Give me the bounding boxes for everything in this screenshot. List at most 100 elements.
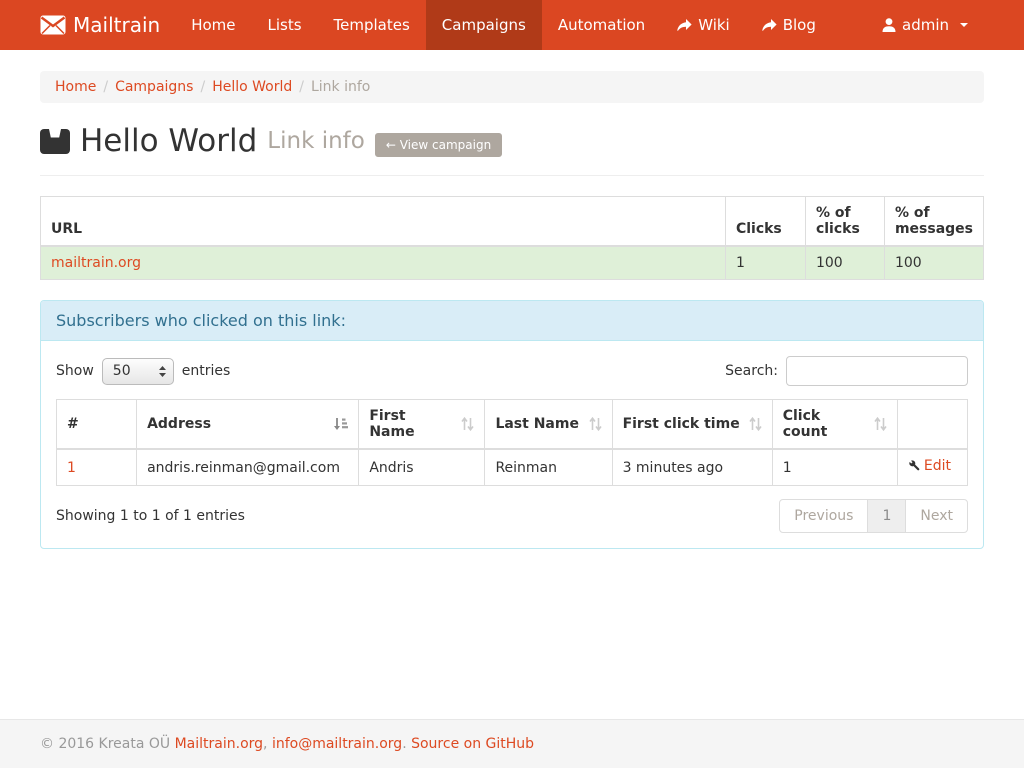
breadcrumb-campaigns[interactable]: Campaigns: [115, 79, 193, 95]
col-header-clicks: Clicks: [725, 197, 805, 247]
breadcrumb-campaign[interactable]: Hello World: [212, 79, 292, 95]
subscribers-table: # Address: [56, 399, 968, 486]
nav-label: Wiki: [698, 16, 730, 34]
col-header-pct-clicks: % of clicks: [805, 197, 884, 247]
col-header-first-click[interactable]: First click time: [612, 400, 772, 450]
col-header-label: Address: [147, 416, 211, 432]
pagination-next-button[interactable]: Next: [905, 499, 968, 533]
subscribers-header-row: # Address: [57, 400, 968, 450]
copyright-text: © 2016 Kreata OÜ: [40, 736, 170, 752]
page-subtitle: Link info: [267, 128, 365, 154]
sort-both-icon: [874, 417, 887, 431]
col-header-label: #: [67, 416, 79, 432]
footer-site-link[interactable]: Mailtrain.org: [175, 736, 263, 752]
select-spinner-icon: [158, 365, 167, 378]
pagination-page-1-button[interactable]: 1: [867, 499, 906, 533]
col-header-label: Last Name: [495, 416, 579, 432]
sort-asc-icon: [333, 417, 348, 431]
page-length-select[interactable]: 50: [102, 358, 174, 385]
sort-both-icon: [749, 417, 762, 431]
link-pct-clicks: 100: [805, 246, 884, 280]
nav-item-automation[interactable]: Automation: [542, 0, 661, 50]
nav-item-blog[interactable]: Blog: [746, 0, 832, 50]
entries-label: entries: [182, 363, 231, 379]
search-input[interactable]: [786, 356, 968, 386]
page-header: Hello World Link info ← View campaign: [40, 123, 984, 159]
pagination-previous-button[interactable]: Previous: [779, 499, 868, 533]
subscriber-index-link[interactable]: 1: [67, 460, 76, 476]
col-header-actions: [897, 400, 967, 450]
nav-label: Automation: [558, 16, 645, 34]
sort-both-icon: [461, 417, 474, 431]
envelope-icon: [40, 15, 66, 35]
link-row: mailtrain.org 1 100 100: [41, 246, 984, 280]
nav-label: Templates: [334, 16, 410, 34]
subscriber-first-name: Andris: [359, 449, 485, 486]
page-title-text: Hello World: [80, 123, 257, 159]
wrench-icon: [908, 459, 922, 473]
navbar-menu: Home Lists Templates Campaigns Automatio…: [175, 0, 832, 50]
user-menu[interactable]: admin: [866, 0, 984, 50]
edit-subscriber-link[interactable]: Edit: [908, 458, 951, 474]
col-header-url: URL: [41, 197, 726, 247]
nav-item-wiki[interactable]: Wiki: [661, 0, 746, 50]
page-length-value: 50: [113, 363, 131, 379]
view-campaign-label: View campaign: [400, 138, 491, 152]
sort-both-icon: [589, 417, 602, 431]
col-header-address[interactable]: Address: [137, 400, 359, 450]
table-summary: Showing 1 to 1 of 1 entries: [56, 508, 245, 524]
breadcrumb-current: Link info: [311, 79, 370, 95]
nav-label: Lists: [267, 16, 301, 34]
col-header-index[interactable]: #: [57, 400, 137, 450]
col-header-first-name[interactable]: First Name: [359, 400, 485, 450]
breadcrumb-divider: /: [96, 79, 115, 95]
user-label: admin: [902, 16, 949, 34]
link-clicks: 1: [725, 246, 805, 280]
show-label: Show: [56, 363, 94, 379]
breadcrumb-divider: /: [292, 79, 311, 95]
footer-separator: .: [402, 736, 406, 752]
breadcrumb: Home / Campaigns / Hello World / Link in…: [40, 71, 984, 103]
top-navbar: Mailtrain Home Lists Templates Campaigns…: [0, 0, 1024, 50]
col-header-last-name[interactable]: Last Name: [485, 400, 612, 450]
datatable-controls: Show 50 entries: [56, 356, 968, 386]
share-arrow-icon: [677, 19, 692, 32]
link-url[interactable]: mailtrain.org: [51, 255, 141, 271]
col-header-label: Click count: [783, 408, 868, 440]
nav-item-lists[interactable]: Lists: [251, 0, 317, 50]
col-header-click-count[interactable]: Click count: [772, 400, 897, 450]
footer-source-link[interactable]: Source on GitHub: [411, 736, 534, 752]
user-icon: [882, 18, 896, 32]
inbox-icon: [40, 128, 70, 155]
back-arrow-icon: ←: [386, 138, 396, 152]
links-table: URL Clicks % of clicks % of messages mai…: [40, 196, 984, 280]
subscriber-last-name: Reinman: [485, 449, 612, 486]
view-campaign-button[interactable]: ← View campaign: [375, 133, 502, 157]
share-arrow-icon: [762, 19, 777, 32]
brand-label: Mailtrain: [73, 13, 160, 37]
subscribers-panel: Subscribers who clicked on this link: Sh…: [40, 300, 984, 549]
brand-link[interactable]: Mailtrain: [0, 0, 175, 50]
nav-item-templates[interactable]: Templates: [318, 0, 426, 50]
subscriber-address: andris.reinman@gmail.com: [137, 449, 359, 486]
links-table-header-row: URL Clicks % of clicks % of messages: [41, 197, 984, 247]
nav-label: Home: [191, 16, 235, 34]
col-header-label: First Name: [369, 408, 455, 440]
footer-separator: ,: [263, 736, 267, 752]
nav-item-home[interactable]: Home: [175, 0, 251, 50]
search-label: Search:: [725, 363, 778, 379]
subscriber-click-count: 1: [772, 449, 897, 486]
footer-email-link[interactable]: info@mailtrain.org: [272, 736, 402, 752]
page-title: Hello World Link info: [40, 123, 365, 159]
subscriber-first-click: 3 minutes ago: [612, 449, 772, 486]
breadcrumb-home[interactable]: Home: [55, 79, 96, 95]
nav-label: Blog: [783, 16, 816, 34]
nav-label: Campaigns: [442, 16, 526, 34]
col-header-pct-messages: % of messages: [884, 197, 983, 247]
panel-title: Subscribers who clicked on this link:: [41, 301, 983, 341]
col-header-label: First click time: [623, 416, 740, 432]
nav-item-campaigns[interactable]: Campaigns: [426, 0, 542, 50]
chevron-down-icon: [960, 23, 968, 27]
pagination: Previous 1 Next: [779, 499, 968, 533]
subscriber-row: 1 andris.reinman@gmail.com Andris Reinma…: [57, 449, 968, 486]
